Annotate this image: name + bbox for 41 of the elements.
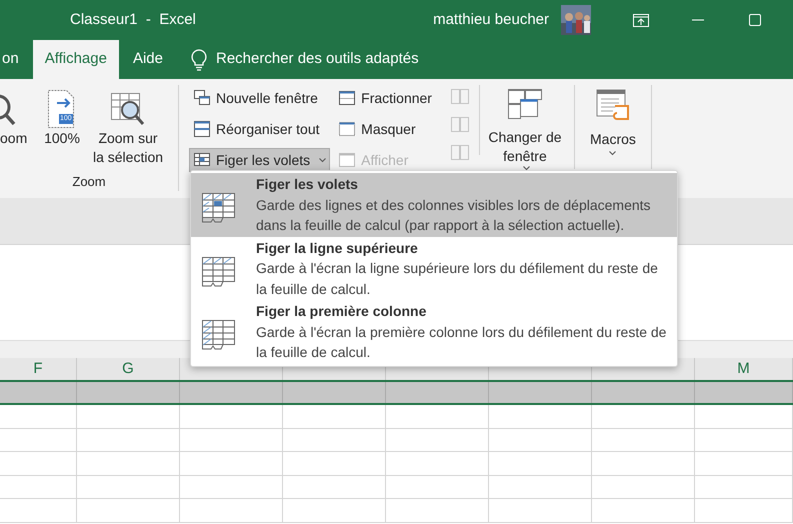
frozen-grid-icon	[201, 192, 237, 224]
chevron-down-icon	[609, 151, 616, 156]
dotted-window-icon	[338, 120, 356, 138]
window-title: Classeur1 - Excel	[70, 10, 196, 30]
ribbon-button[interactable]: Nouvelle fenêtre	[189, 86, 330, 110]
side-by-side-icon	[450, 88, 470, 106]
ribbon-tab[interactable]: Affichage	[32, 40, 119, 79]
frozen-grid-icon	[201, 319, 237, 351]
windows-icon	[193, 89, 211, 107]
reset-position-icon	[450, 144, 470, 162]
menu-item[interactable]: Figer les volets Garde des lignes et des colonnes visibles lors de déplacements dans la feuille de calcul (par rapport à la sélection actuelle).	[191, 173, 677, 236]
column-header[interactable]: M	[695, 358, 793, 380]
zoom-button[interactable]: Zoom sur la sélection	[88, 87, 168, 167]
sync-scroll-icon	[450, 116, 470, 134]
chevron-down-icon	[523, 166, 530, 171]
windows-icon	[506, 88, 543, 120]
ribbon-button[interactable]: Masquer	[334, 117, 436, 141]
split-window-icon	[338, 89, 356, 107]
stacked-windows-icon	[193, 120, 211, 138]
search-label[interactable]: Rechercher des outils adaptés	[216, 48, 419, 71]
user-name: matthieu beucher	[433, 10, 549, 30]
ribbon-tab[interactable]: on	[0, 40, 33, 79]
zoom-button[interactable]: oom	[0, 87, 32, 148]
ribbon-button[interactable]: Réorganiser tout	[189, 117, 330, 141]
maximize-icon	[749, 14, 761, 26]
menu-item[interactable]: Figer la ligne supérieure Garde à l'écran la ligne supérieure lors du défilement du reste de la feuille de calcul.	[191, 236, 677, 300]
chevron-down-icon	[319, 158, 326, 162]
group-label: Zoom	[71, 173, 107, 191]
grid-icon	[193, 151, 211, 169]
macro-sheet-icon	[594, 88, 631, 122]
ribbon-button[interactable]: Fractionner	[334, 86, 436, 110]
ribbon-button[interactable]: Figer les volets	[189, 148, 330, 172]
minimize-icon	[692, 19, 704, 21]
frozen-grid-icon	[201, 256, 237, 288]
ribbon-tab[interactable]: Aide	[118, 40, 177, 79]
column-header[interactable]: G	[77, 358, 180, 380]
ribbon-display-icon	[633, 14, 649, 26]
lightbulb-icon	[191, 48, 207, 70]
column-header[interactable]: F	[0, 358, 77, 380]
window-icon	[338, 151, 356, 169]
menu-item[interactable]: Figer la première colonne Garde à l'écran la première colonne lors du défilement du reste de la feuille de calcul.	[191, 300, 677, 364]
